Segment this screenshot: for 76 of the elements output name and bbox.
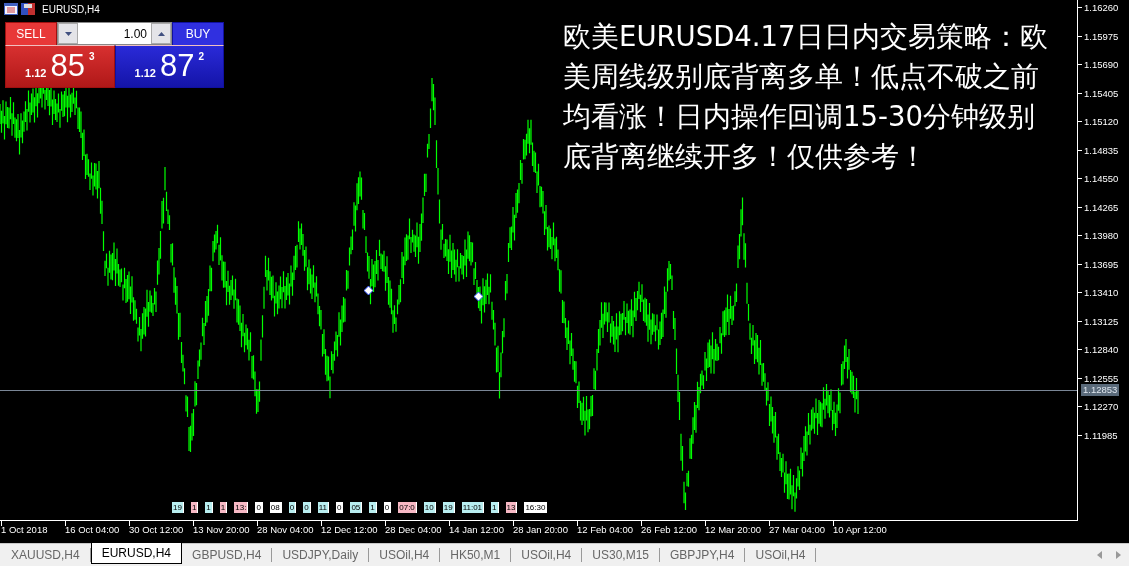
price-axis-label: 1.13695 [1084, 258, 1119, 270]
chart-tab[interactable]: USDJPY,Daily [272, 548, 370, 562]
event-tag: 0 [303, 502, 311, 513]
strategy-text-line: 均看涨！日内操作回调15-30分钟级别 [563, 99, 1036, 134]
time-axis-label: 1 Oct 2018 [1, 524, 48, 535]
strategy-text-line: 美周线级别底背离多单！低点不破之前 [563, 59, 1040, 94]
time-axis-label: 26 Feb 12:00 [641, 524, 697, 535]
chart-tab[interactable]: GBPJPY,H4 [660, 548, 746, 562]
time-axis-label: 28 Dec 04:00 [385, 524, 442, 535]
event-tag: 0 [383, 502, 392, 513]
event-tag: 0 [288, 502, 297, 513]
chart-tab[interactable]: US30,M15 [582, 548, 660, 562]
price-axis-label: 1.15120 [1084, 116, 1119, 127]
price-axis-label: 1.14835 [1084, 144, 1119, 156]
event-tag: 1 [369, 502, 377, 513]
chart-tab[interactable]: HK50,M1 [440, 548, 512, 562]
time-axis-label: 12 Feb 04:00 [577, 524, 633, 535]
time-axis-label: 12 Mar 20:00 [705, 524, 761, 535]
time-axis-label: 28 Jan 20:00 [513, 524, 568, 535]
event-tag: 11 [317, 502, 329, 513]
price-axis-label: 1.11985 [1084, 429, 1118, 441]
price-axis-label: 1.13980 [1084, 230, 1119, 241]
event-tag: 05 [350, 502, 363, 513]
price-axis-label: 1.15405 [1084, 87, 1119, 99]
price-axis-label: 1.13125 [1084, 315, 1119, 327]
buy-button[interactable]: BUY [172, 22, 224, 45]
chart-tab[interactable]: USOil,H4 [511, 548, 583, 562]
strategy-text-line: 欧美EURUSD4.17日日内交易策略：欧 [563, 19, 1048, 54]
event-tag: 0 [335, 502, 344, 513]
time-axis-label: 14 Jan 12:00 [449, 524, 504, 535]
price-axis-label: 1.16260 [1084, 2, 1119, 13]
price-axis-label: 1.15690 [1084, 59, 1119, 70]
time-axis-label: 28 Nov 04:00 [257, 524, 314, 535]
event-tag: 1 [491, 502, 499, 513]
decrease-icon[interactable] [64, 31, 72, 36]
price-axis-label: 1.14265 [1084, 201, 1119, 213]
time-axis-label: 12 Dec 12:00 [321, 524, 378, 535]
strategy-text-line: 底背离继续开多！仅供参考！ [563, 139, 928, 174]
event-tag: 07:0 [398, 502, 417, 513]
time-axis-label: 13 Nov 20:00 [193, 524, 250, 535]
event-tag: 19 [442, 502, 455, 513]
price-axis-label: 1.15975 [1084, 30, 1119, 42]
chart-tab[interactable]: GBPUSD,H4 [182, 548, 273, 562]
event-tag: 0 [255, 502, 263, 513]
trade-arrow-icon [474, 292, 483, 301]
time-axis-label: 30 Oct 12:00 [129, 524, 184, 535]
chart-symbol-title: EURUSD,H4 [42, 3, 100, 15]
chart-tab[interactable]: EURUSD,H4 [90, 543, 183, 564]
save-disk-icon [21, 3, 35, 15]
lot-size-field[interactable]: 1.00 [57, 22, 172, 45]
price-axis-label: 1.13410 [1084, 287, 1119, 298]
chart-tab[interactable]: USOil,H4 [745, 548, 817, 562]
time-axis-label: 10 Apr 12:00 [833, 524, 887, 535]
event-tag: 13: [234, 502, 249, 513]
event-tag: 11:01 [461, 502, 485, 513]
event-tag: 13 [505, 502, 518, 513]
event-tag: 10 [423, 502, 436, 513]
current-price-label: 1.12853 [1081, 384, 1120, 396]
event-tag: 08 [269, 502, 282, 513]
price-axis-label: 1.14550 [1084, 173, 1119, 184]
chart-tab[interactable]: XAUUSD,H4 [1, 548, 91, 562]
price-axis-label: 1.12555 [1084, 372, 1119, 384]
price-axis-label: 1.12840 [1084, 344, 1119, 355]
chart-tab[interactable]: USOil,H4 [369, 548, 441, 562]
trade-arrow-icon [364, 286, 373, 295]
event-tag: 1 [219, 502, 228, 513]
time-axis-label: 16 Oct 04:00 [65, 524, 120, 535]
event-tag: 1 [190, 502, 199, 513]
price-axis-label: 1.12270 [1084, 401, 1119, 412]
chart-window-icon [4, 3, 18, 15]
event-tag: 16:30 [524, 502, 548, 513]
time-axis-label: 27 Mar 04:00 [769, 524, 825, 535]
event-tag: 19 [172, 502, 184, 513]
event-tag: 1 [205, 502, 213, 513]
sell-button[interactable]: SELL [5, 22, 57, 45]
increase-icon[interactable] [157, 31, 165, 36]
